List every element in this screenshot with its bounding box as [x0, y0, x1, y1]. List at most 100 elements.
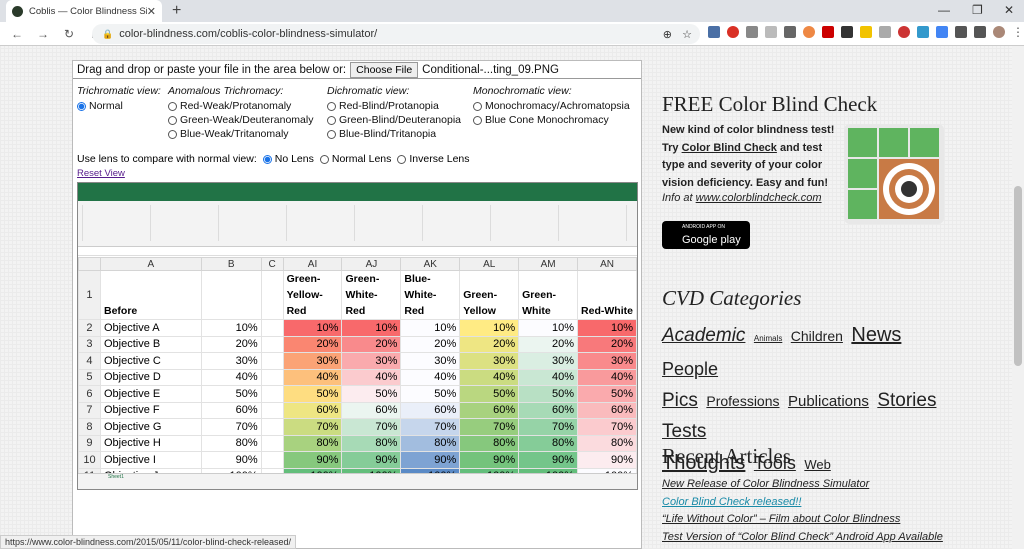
extension-icon[interactable]: [860, 26, 872, 38]
option-protanomaly[interactable]: Red-Weak/Protanomaly: [168, 99, 313, 113]
close-window-icon[interactable]: ✕: [1004, 3, 1014, 17]
address-bar[interactable]: 🔒 color-blindness.com/coblis-color-blind…: [92, 24, 700, 44]
article-link[interactable]: New Release of Color Blindness Simulator: [662, 476, 943, 494]
table-row: 5 Objective D 40% 40% 40% 40% 40% 40% 40%: [78, 368, 637, 386]
category-link[interactable]: Academic: [662, 325, 745, 346]
option-tritanopia[interactable]: Blue-Blind/Tritanopia: [327, 127, 461, 141]
option-blue-cone[interactable]: Blue Cone Monochromacy: [473, 113, 630, 127]
option-no-lens[interactable]: No Lens: [262, 153, 314, 165]
bookmark-star-icon[interactable]: ☆: [682, 28, 692, 41]
trichromatic-group: Trichromatic view: Normal: [77, 85, 161, 113]
pinterest-icon[interactable]: [727, 26, 739, 38]
close-tab-icon[interactable]: ✕: [147, 5, 156, 18]
scaled-value: 60%: [400, 401, 461, 419]
category-link[interactable]: Animals: [754, 334, 782, 343]
category-link[interactable]: Publications: [788, 393, 869, 410]
category-link[interactable]: Pics: [662, 390, 698, 411]
category-link[interactable]: Professions: [706, 393, 779, 409]
header-cell: [200, 270, 262, 320]
extension-icon[interactable]: [803, 26, 815, 38]
option-normal-lens[interactable]: Normal Lens: [319, 153, 391, 165]
browser-tab[interactable]: Coblis — Color Blindness Simulator ✕: [6, 0, 162, 22]
category-link[interactable]: Web: [804, 457, 831, 472]
radio-icon[interactable]: [327, 101, 336, 111]
new-tab-icon[interactable]: +: [172, 2, 181, 20]
category-link[interactable]: Children: [791, 328, 843, 344]
empty-cell: [260, 335, 284, 353]
radio-icon[interactable]: [473, 101, 482, 111]
radio-icon[interactable]: [319, 154, 329, 164]
scaled-value: 80%: [577, 434, 637, 452]
color-blind-check-logo-icon[interactable]: [844, 124, 944, 224]
dichromatic-group: Dichromatic view: Red-Blind/Protanopia G…: [327, 85, 461, 141]
puzzle-icon[interactable]: [955, 26, 967, 38]
option-normal[interactable]: Normal: [77, 99, 161, 113]
colorblindcheck-link[interactable]: www.colorblindcheck.com: [696, 192, 822, 204]
radio-icon[interactable]: [327, 129, 336, 139]
article-link[interactable]: Color Blind Check released!!: [662, 494, 943, 512]
choose-file-button[interactable]: Choose File: [350, 61, 419, 78]
extension-icon[interactable]: [708, 26, 720, 38]
category-link[interactable]: Stories: [877, 390, 936, 411]
option-achromatopsia[interactable]: Monochromacy/Achromatopsia: [473, 99, 630, 113]
scaled-value: 50%: [518, 385, 579, 403]
pdf-icon[interactable]: [822, 26, 834, 38]
scaled-value: 30%: [341, 352, 402, 370]
google-play-badge[interactable]: ANDROID APP ON Google play: [662, 221, 750, 249]
color-blind-check-link[interactable]: Color Blind Check: [682, 142, 777, 154]
radio-selected-icon[interactable]: [77, 101, 86, 111]
scaled-value: 60%: [577, 401, 637, 419]
sheet-tab[interactable]: Sheet1: [108, 474, 124, 480]
avatar[interactable]: [993, 26, 1005, 38]
radio-selected-icon[interactable]: [262, 154, 272, 164]
category-link[interactable]: News: [851, 324, 901, 346]
option-deuteranopia[interactable]: Green-Blind/Deuteranopia: [327, 113, 461, 127]
sidebar: FREE Color Blind Check New kind of color…: [652, 46, 952, 549]
scaled-value: 50%: [282, 385, 343, 403]
reset-view-link[interactable]: Reset View: [77, 168, 125, 179]
scrollbar-thumb[interactable]: [1014, 186, 1022, 366]
header-scale: Green-Yellow-Red: [282, 270, 343, 320]
playlist-icon[interactable]: [974, 26, 986, 38]
category-link[interactable]: Tests: [662, 421, 706, 442]
article-link[interactable]: “Life Without Color” – Film about Color …: [662, 511, 943, 529]
objective-label: Objective E: [99, 385, 202, 403]
corner-cell: [78, 257, 101, 271]
page-scrollbar[interactable]: [1012, 46, 1024, 549]
free-check-title: FREE Color Blind Check: [662, 92, 878, 116]
radio-icon[interactable]: [168, 115, 177, 125]
category-link[interactable]: People: [662, 359, 718, 379]
radio-icon[interactable]: [168, 101, 177, 111]
menu-icon[interactable]: ⋮: [1012, 26, 1024, 38]
extension-icon[interactable]: [841, 26, 853, 38]
radio-icon[interactable]: [168, 129, 177, 139]
option-deuteranomaly[interactable]: Green-Weak/Deuteranomaly: [168, 113, 313, 127]
option-inverse-lens[interactable]: Inverse Lens: [397, 153, 470, 165]
empty-cell: [260, 418, 284, 436]
extension-icon[interactable]: [879, 26, 891, 38]
drop-area[interactable]: Drag and drop or paste your file in the …: [73, 61, 641, 79]
option-protanopia[interactable]: Red-Blind/Protanopia: [327, 99, 461, 113]
extension-icon[interactable]: [765, 26, 777, 38]
minimize-icon[interactable]: —: [938, 3, 950, 17]
zoom-icon[interactable]: ⊕: [663, 28, 672, 41]
option-tritanomaly[interactable]: Blue-Weak/Tritanomaly: [168, 127, 313, 141]
extension-icon[interactable]: [784, 26, 796, 38]
radio-icon[interactable]: [327, 115, 336, 125]
maximize-icon[interactable]: ❐: [972, 3, 983, 17]
extension-icon[interactable]: [936, 26, 948, 38]
gear-icon[interactable]: [917, 26, 929, 38]
reload-icon[interactable]: ↻: [60, 27, 78, 41]
extension-icon[interactable]: [746, 26, 758, 38]
extension-icon[interactable]: [898, 26, 910, 38]
scaled-value: 20%: [282, 335, 343, 353]
scaled-value: 10%: [577, 319, 637, 337]
article-link[interactable]: Test Version of “Color Blind Check” Andr…: [662, 529, 943, 547]
lens-label: Use lens to compare with normal view:: [77, 153, 257, 165]
scaled-value: 70%: [282, 418, 343, 436]
radio-icon[interactable]: [397, 154, 407, 164]
forward-icon[interactable]: →: [34, 27, 52, 41]
back-icon[interactable]: ←: [8, 27, 26, 41]
radio-icon[interactable]: [473, 115, 482, 125]
scaled-value: 70%: [518, 418, 579, 436]
